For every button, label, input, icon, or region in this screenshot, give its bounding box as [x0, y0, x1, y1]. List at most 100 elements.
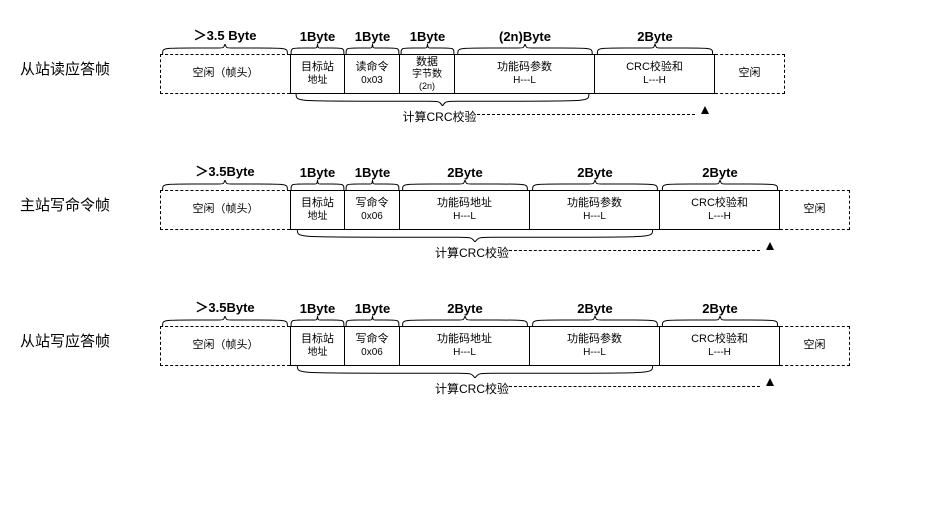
brace-top: [400, 44, 455, 54]
brace-top: [780, 180, 850, 190]
crc-dash-line: [509, 386, 760, 387]
crc-label: 计算CRC校验: [435, 242, 509, 261]
field-cell: CRC校验和L---H: [660, 326, 780, 366]
field-line2: 0x06: [361, 211, 383, 223]
field-line1: 功能码地址: [437, 333, 492, 346]
crc-annotation: 计算CRC校验: [290, 242, 780, 261]
brace-top: [160, 44, 290, 54]
field-line1: 空闲（帧头）: [193, 67, 259, 80]
brace-top: [595, 44, 715, 54]
arrow-up-icon: [766, 378, 774, 386]
crc-annotation: 计算CRC校验: [290, 106, 715, 125]
field-line2: H---L: [583, 211, 606, 223]
field-line1: 空闲: [804, 339, 826, 352]
field-line2: 地址: [308, 347, 328, 359]
crc-dash-line: [509, 250, 760, 251]
brace-top: [290, 180, 345, 190]
field-line1: 空闲: [739, 67, 761, 80]
crc-label: 计算CRC校验: [403, 106, 477, 125]
field-line2: 0x03: [361, 75, 383, 87]
size-label: 1Byte: [290, 29, 345, 44]
field-cell: 目标站地址: [290, 326, 345, 366]
brace-top: [160, 316, 290, 326]
size-label: 2Byte: [530, 301, 660, 316]
size-label: 1Byte: [345, 29, 400, 44]
field-cell: 空闲（帧头）: [160, 326, 290, 366]
field-line2: L---H: [708, 347, 731, 359]
brace-bottom: [290, 366, 660, 378]
field-line2: L---H: [643, 75, 666, 87]
frame-body: ＞3.5Byte1Byte1Byte2Byte2Byte2Byte空闲（帧头）目…: [160, 156, 919, 262]
size-label: 2Byte: [400, 301, 530, 316]
field-line1: 功能码参数: [497, 61, 552, 74]
size-label: 2Byte: [660, 301, 780, 316]
field-cell: 目标站地址: [290, 190, 345, 230]
frame-1: 主站写命令帧＞3.5Byte1Byte1Byte2Byte2Byte2Byte空…: [20, 156, 919, 262]
size-label: (2n)Byte: [455, 29, 595, 44]
field-line1: 写命令: [356, 197, 389, 210]
frame-title: 从站读应答帧: [20, 20, 160, 79]
field-line1: 功能码参数: [567, 333, 622, 346]
brace-top: [160, 180, 290, 190]
brace-top: [345, 316, 400, 326]
field-cell: 读命令0x03: [345, 54, 400, 94]
field-line1: CRC校验和: [691, 197, 748, 210]
field-cell: 空闲（帧头）: [160, 190, 290, 230]
field-line2: H---L: [583, 347, 606, 359]
crc-annotation: 计算CRC校验: [290, 378, 780, 397]
field-line1: 读命令: [356, 61, 389, 74]
field-line3: (2n): [419, 81, 435, 92]
field-line1: 功能码参数: [567, 197, 622, 210]
frame-body: ＞3.5Byte1Byte1Byte2Byte2Byte2Byte空闲（帧头）目…: [160, 292, 919, 398]
field-cell: 功能码参数H---L: [530, 326, 660, 366]
size-label: 2Byte: [595, 29, 715, 44]
field-line1: 功能码地址: [437, 197, 492, 210]
frame-title: 从站写应答帧: [20, 292, 160, 351]
brace-top: [660, 316, 780, 326]
field-cell: 功能码地址H---L: [400, 190, 530, 230]
brace-top: [400, 180, 530, 190]
arrow-up-icon: [766, 242, 774, 250]
size-label: 1Byte: [400, 29, 455, 44]
brace-top: [290, 44, 345, 54]
size-label: 1Byte: [345, 165, 400, 180]
field-line1: CRC校验和: [626, 61, 683, 74]
field-line1: 空闲: [804, 203, 826, 216]
size-label: 1Byte: [290, 301, 345, 316]
crc-dash-line: [477, 114, 696, 115]
brace-top: [400, 316, 530, 326]
field-line1: 目标站: [301, 197, 334, 210]
frame-0: 从站读应答帧＞3.5 Byte1Byte1Byte1Byte(2n)Byte2B…: [20, 20, 919, 126]
brace-top: [530, 316, 660, 326]
brace-top: [715, 44, 785, 54]
brace-bottom: [290, 94, 595, 106]
field-line1: 写命令: [356, 333, 389, 346]
field-line2: 字节数: [412, 69, 442, 81]
brace-top: [345, 180, 400, 190]
frame-body: ＞3.5 Byte1Byte1Byte1Byte(2n)Byte2Byte空闲（…: [160, 20, 919, 126]
field-line2: 地址: [308, 211, 328, 223]
size-label: 2Byte: [530, 165, 660, 180]
size-label: 1Byte: [345, 301, 400, 316]
field-cell: 空闲: [780, 190, 850, 230]
field-line1: 空闲（帧头）: [193, 339, 259, 352]
crc-label: 计算CRC校验: [435, 378, 509, 397]
field-line2: 地址: [308, 75, 328, 87]
field-cell: CRC校验和L---H: [595, 54, 715, 94]
size-label: 1Byte: [290, 165, 345, 180]
frame-title: 主站写命令帧: [20, 156, 160, 215]
field-line1: 目标站: [301, 61, 334, 74]
field-cell: CRC校验和L---H: [660, 190, 780, 230]
brace-bottom: [290, 230, 660, 242]
field-line2: L---H: [708, 211, 731, 223]
field-cell: 空闲（帧头）: [160, 54, 290, 94]
brace-top: [345, 44, 400, 54]
frame-2: 从站写应答帧＞3.5Byte1Byte1Byte2Byte2Byte2Byte空…: [20, 292, 919, 398]
size-label: 2Byte: [660, 165, 780, 180]
field-line1: 目标站: [301, 333, 334, 346]
size-label: ＞3.5Byte: [160, 161, 290, 180]
arrow-up-icon: [701, 106, 709, 114]
field-line1: 数据: [416, 56, 438, 69]
field-cell: 空闲: [780, 326, 850, 366]
field-line2: 0x06: [361, 347, 383, 359]
